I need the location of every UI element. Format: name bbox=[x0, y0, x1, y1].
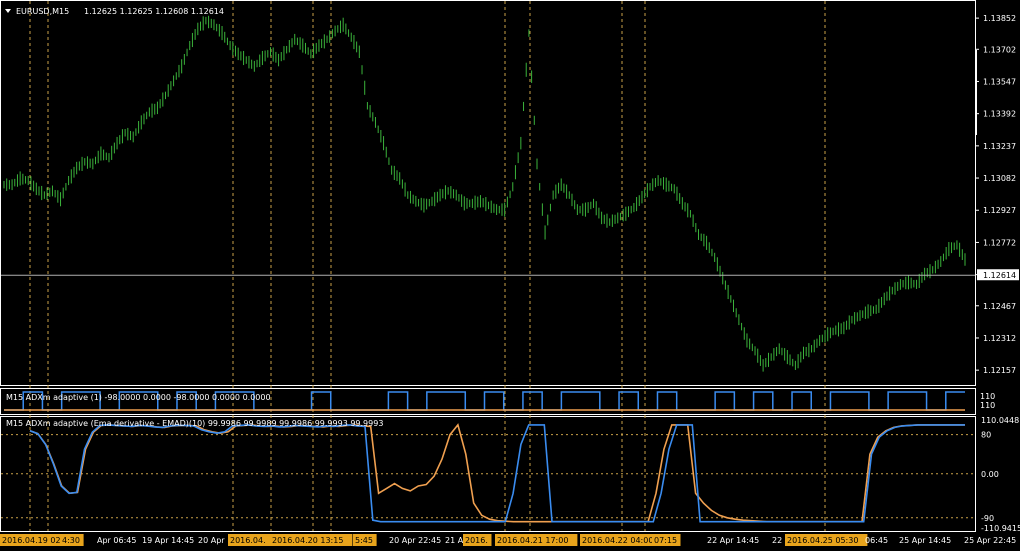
time-label: 20 Apr bbox=[198, 536, 225, 545]
trading-chart[interactable]: EURUSD,M15 1.12625 1.12625 1.12608 1.126… bbox=[0, 0, 1020, 551]
vertical-gridlines bbox=[29, 1, 826, 531]
price-axis[interactable]: 1.13852 1.13702 1.13547 1.13392 1.13237 1.130… bbox=[975, 14, 1016, 375]
price-tick-label: 1.12927 bbox=[983, 206, 1016, 215]
price-tick-label: 1.13392 bbox=[983, 110, 1016, 119]
time-label: 22 bbox=[772, 536, 782, 545]
price-tick-label: 1.12467 bbox=[983, 302, 1016, 311]
svg-text:1.12614: 1.12614 bbox=[983, 271, 1016, 280]
price-tick-label: 1.13547 bbox=[983, 77, 1016, 86]
time-label: 2016.04.22 04:00 bbox=[582, 536, 653, 545]
collapse-triangle-icon[interactable] bbox=[5, 9, 11, 13]
indicator1-axis-top: 110 bbox=[980, 392, 995, 401]
time-label: 19 Apr 14:45 bbox=[142, 536, 194, 545]
time-label: 4:30 bbox=[62, 536, 80, 545]
time-label: 2016.04.20 13:15 bbox=[272, 536, 343, 545]
indicator1-axis-bottom: 110 bbox=[980, 401, 995, 410]
price-tick-label: 1.12772 bbox=[983, 238, 1016, 247]
main-header[interactable]: EURUSD,M15 1.12625 1.12625 1.12608 1.126… bbox=[5, 7, 224, 16]
symbol-timeframe: EURUSD,M15 bbox=[16, 7, 69, 16]
price-tick-label: 1.13082 bbox=[983, 174, 1016, 183]
time-label: Apr 06:45 bbox=[97, 536, 136, 545]
time-label: 25 Apr 22:45 bbox=[964, 536, 1016, 545]
indicator2-header: M15 ADXm adaptive (Ema derivative - EMAD… bbox=[6, 419, 383, 428]
indicator2-tick-label: 0.00 bbox=[981, 470, 999, 479]
time-label: 22 Apr 14:45 bbox=[707, 536, 759, 545]
time-label: 20 Apr 22:45 bbox=[389, 536, 441, 545]
ohlc-values: 1.12625 1.12625 1.12608 1.12614 bbox=[84, 7, 224, 16]
time-label: 07:15 bbox=[654, 536, 677, 545]
indicator2-tick-label: -110.9415 bbox=[981, 524, 1020, 533]
time-label: 06:45 bbox=[865, 536, 888, 545]
time-label: 2016. bbox=[465, 536, 488, 545]
price-bars bbox=[3, 15, 966, 372]
time-axis[interactable]: 2016.04.19 02:004:30 Apr 06:45 19 Apr 14:4… bbox=[0, 534, 1016, 546]
indicator2-tick-label: 80 bbox=[981, 431, 991, 440]
price-tick-label: 1.13237 bbox=[983, 142, 1016, 151]
time-label: 2016.04. bbox=[230, 536, 266, 545]
time-label: 5:45 bbox=[355, 536, 373, 545]
price-tick-label: 1.13852 bbox=[983, 14, 1016, 23]
indicator2-tick-label: -90 bbox=[981, 514, 994, 523]
indicator2-levels bbox=[1, 434, 975, 519]
pane-borders bbox=[0, 0, 976, 532]
price-tick-label: 1.12312 bbox=[983, 334, 1016, 343]
indicator1-header: M15 ADXm adaptive (1) -98.0000 0.0000 -9… bbox=[6, 393, 271, 402]
indicator2-axis: 110.0448 80 0.00 -90-110.9415 bbox=[981, 416, 1020, 533]
time-label: 25 Apr 14:45 bbox=[899, 536, 951, 545]
indicator2-tick-label: 110.0448 bbox=[981, 416, 1019, 425]
time-label: 2016.04.21 17:00 bbox=[497, 536, 568, 545]
time-label: 2016.04.25 05:30 bbox=[787, 536, 858, 545]
price-tick-label: 1.13702 bbox=[983, 45, 1016, 54]
price-tick-label: 1.12157 bbox=[983, 366, 1016, 375]
current-price-label: 1.12614 bbox=[977, 269, 1019, 281]
